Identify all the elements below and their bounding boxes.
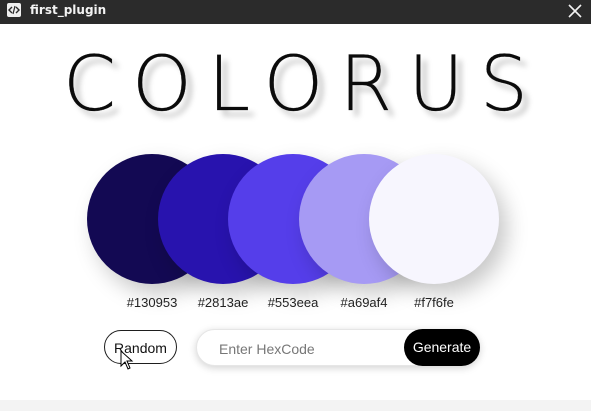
code-icon [7,3,21,17]
swatch-hex-label-5: #f7f6fe [414,295,454,310]
window-title: first_plugin [30,3,107,17]
hexcode-input[interactable] [217,336,401,362]
mouse-pointer-icon [120,349,134,375]
random-button[interactable]: Random [104,330,177,364]
color-swatch-5[interactable] [369,154,499,284]
window-bottom-edge [0,400,591,411]
hexcode-input-group: Generate [196,329,480,366]
close-icon[interactable] [565,1,585,21]
title-bar: first_plugin [0,0,591,24]
generate-button[interactable]: Generate [404,329,480,366]
app-logo: COLORUS [62,39,544,128]
